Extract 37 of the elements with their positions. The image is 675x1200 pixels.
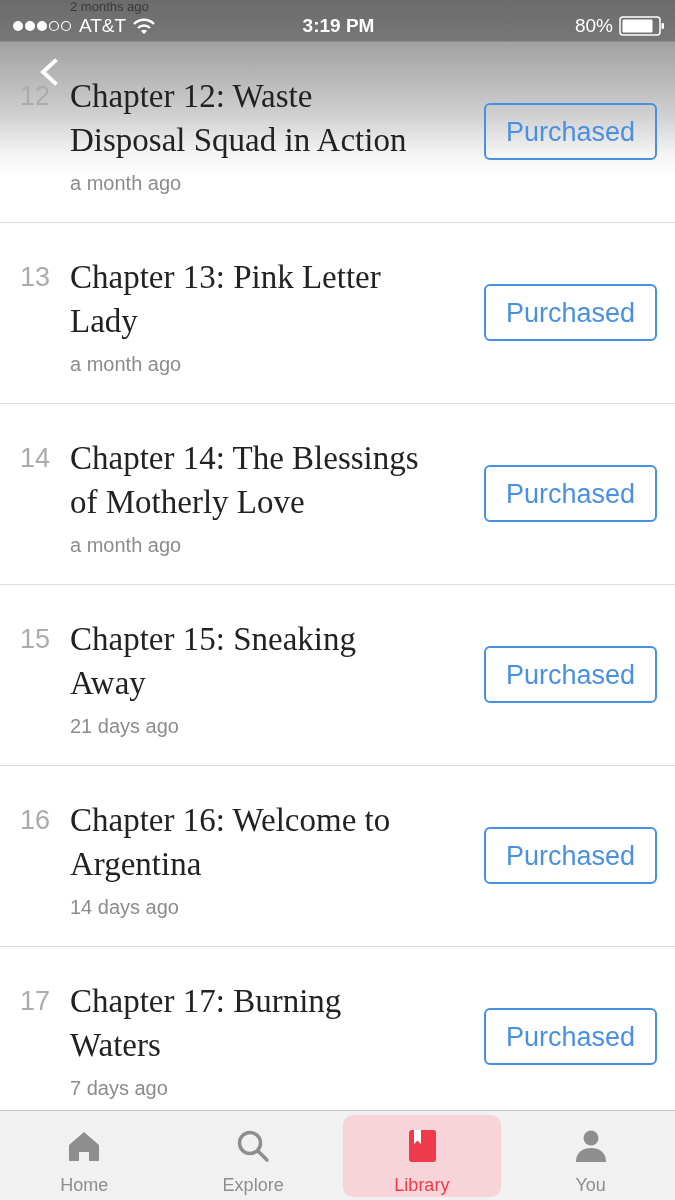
purchased-button[interactable]: Purchased	[484, 1008, 657, 1065]
chapter-title: Chapter 14: The Blessings of Motherly Love	[70, 439, 420, 522]
purchased-button[interactable]: Purchased	[484, 103, 657, 160]
search-icon	[236, 1129, 271, 1163]
purchased-button[interactable]: Purchased	[484, 827, 657, 884]
tab-button[interactable]: Home	[5, 1115, 164, 1197]
chapter-number: 14	[20, 442, 52, 475]
chapter-timestamp: 14 days ago	[70, 895, 179, 919]
tab-button[interactable]: Library	[342, 1115, 502, 1197]
chapter-timestamp: a month ago	[70, 171, 182, 195]
home-icon	[67, 1129, 102, 1163]
battery-percent: 80%	[574, 15, 613, 37]
clock-time: 3:19 PM	[302, 15, 375, 37]
chapter-number: 15	[20, 623, 52, 656]
chapter-number: 13	[20, 261, 52, 294]
chapter-number: 17	[20, 985, 52, 1018]
wifi-icon	[133, 18, 156, 34]
chapter-title: Chapter 16: Welcome to Argentina	[70, 801, 392, 884]
chapter-title: Chapter 12: Waste Disposal Squad in Action	[70, 77, 408, 160]
chapter-title: Chapter 15: Sneaking Away	[70, 620, 357, 703]
chapter-title: Chapter 17: Burning Waters	[70, 982, 343, 1065]
purchased-button[interactable]: Purchased	[484, 284, 657, 341]
chapter-timestamp: 7 days ago	[70, 1076, 168, 1100]
chapter-timestamp: 21 days ago	[70, 714, 179, 738]
person-icon	[573, 1129, 608, 1163]
battery-icon	[619, 16, 665, 36]
purchased-button[interactable]: Purchased	[484, 646, 657, 703]
back-icon[interactable]	[38, 58, 58, 86]
chapter-number: 16	[20, 804, 52, 837]
chapter-timestamp: a month ago	[70, 533, 182, 557]
tab-button[interactable]: Explore	[173, 1115, 333, 1197]
tab-button[interactable]: You	[511, 1115, 670, 1197]
carrier-name: AT&T	[79, 15, 127, 37]
chapter-timestamp: a month ago	[70, 352, 182, 376]
purchased-button[interactable]: Purchased	[484, 465, 657, 522]
chapter-title: Chapter 13: Pink Letter Lady	[70, 258, 382, 341]
signal-icon	[12, 20, 72, 32]
